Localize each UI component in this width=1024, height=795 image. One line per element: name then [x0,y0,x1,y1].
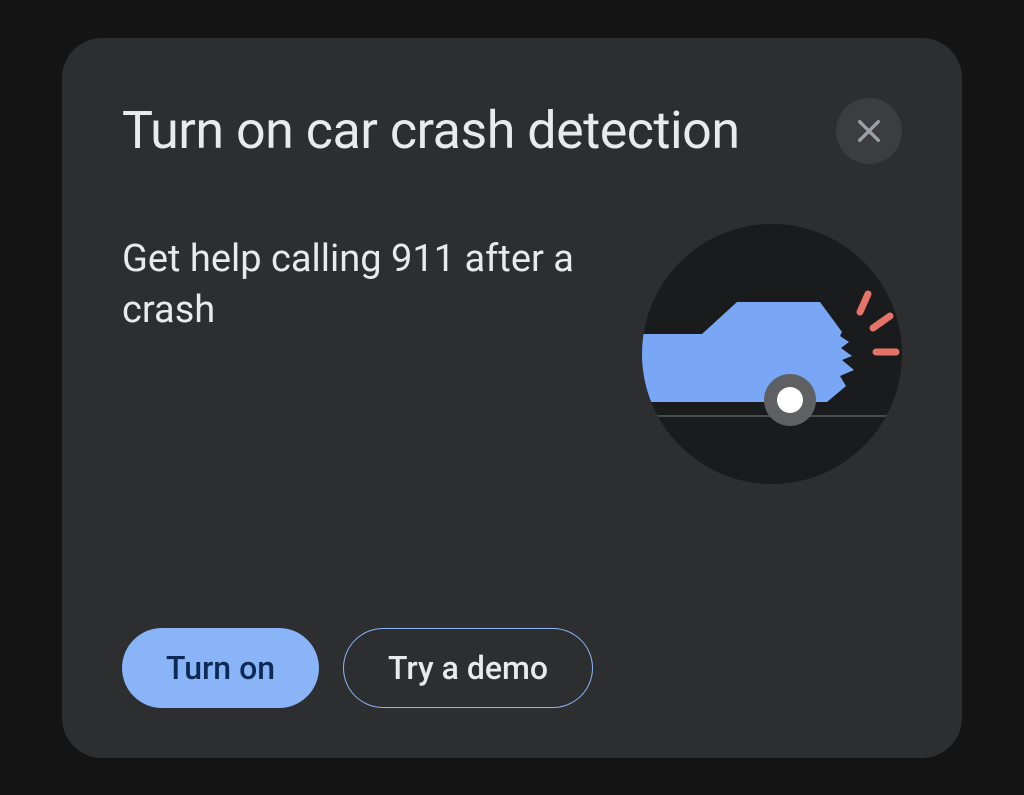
crash-detection-card: Turn on car crash detection Get help cal… [62,38,962,758]
card-header: Turn on car crash detection [122,98,902,164]
turn-on-button[interactable]: Turn on [122,628,319,708]
close-button[interactable] [836,98,902,164]
try-demo-button[interactable]: Try a demo [343,628,593,708]
card-content: Get help calling 911 after a crash [122,234,902,628]
card-title: Turn on car crash detection [122,100,740,161]
close-icon [853,115,885,147]
card-description: Get help calling 911 after a crash [122,234,602,337]
card-actions: Turn on Try a demo [122,628,902,708]
car-crash-icon [642,224,902,484]
